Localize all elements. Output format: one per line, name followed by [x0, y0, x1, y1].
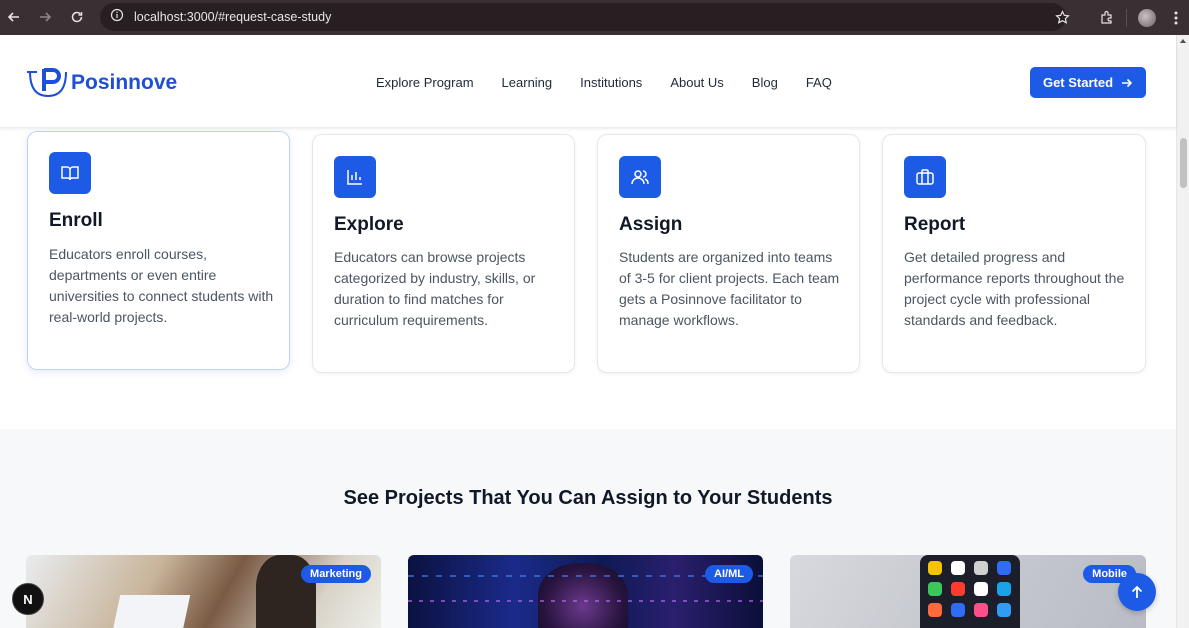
bookmark-star-icon[interactable]: [1046, 0, 1078, 35]
step-description: Get detailed progress and performance re…: [904, 249, 1125, 328]
more-menu-icon[interactable]: [1163, 0, 1189, 35]
bar-chart-icon: [334, 156, 376, 198]
main-nav: Explore Program Learning Institutions Ab…: [376, 75, 860, 90]
get-started-button[interactable]: Get Started: [1030, 67, 1146, 98]
step-card-report[interactable]: Report Get detailed progress and perform…: [882, 134, 1146, 373]
arrow-up-icon: [1131, 585, 1143, 598]
project-card-marketing[interactable]: Marketing: [26, 555, 381, 628]
project-card-ai-ml[interactable]: AI/ML: [408, 555, 763, 628]
scroll-up-arrow-icon[interactable]: [1180, 39, 1186, 43]
address-bar[interactable]: localhost:3000/#request-case-study: [100, 3, 1066, 31]
browser-toolbar: localhost:3000/#request-case-study: [0, 0, 1189, 35]
category-badge: AI/ML: [705, 565, 753, 583]
back-arrow-icon[interactable]: [3, 6, 25, 28]
brand-logo[interactable]: Posinnove: [27, 67, 177, 99]
logo-text: Posinnove: [71, 71, 178, 94]
step-title: Report: [904, 214, 966, 235]
step-description: Educators enroll courses, departments or…: [49, 246, 274, 325]
extensions-icon[interactable]: [1090, 0, 1122, 35]
nav-about-us[interactable]: About Us: [670, 75, 723, 90]
nav-blog[interactable]: Blog: [752, 75, 778, 90]
step-title: Assign: [619, 214, 683, 235]
projects-heading: See Projects That You Can Assign to Your…: [343, 487, 833, 509]
step-title: Enroll: [49, 210, 103, 231]
projects-section: See Projects That You Can Assign to Your…: [0, 429, 1176, 628]
site-header: Posinnove Explore Program Learning Insti…: [0, 35, 1176, 128]
scroll-to-top-button[interactable]: [1118, 573, 1156, 611]
step-title: Explore: [334, 214, 404, 235]
project-card-mobile[interactable]: Mobile: [790, 555, 1146, 628]
category-badge: Marketing: [301, 565, 371, 583]
step-description: Students are organized into teams of 3-5…: [619, 249, 840, 328]
nav-learning[interactable]: Learning: [502, 75, 553, 90]
site-info-icon[interactable]: [110, 8, 124, 27]
step-card-assign[interactable]: Assign Students are organized into teams…: [597, 134, 860, 373]
arrow-right-icon: [1122, 78, 1133, 87]
reload-icon[interactable]: [66, 6, 88, 28]
code-line: [408, 600, 763, 602]
scrollbar-thumb[interactable]: [1180, 138, 1187, 188]
toolbar-divider: [1126, 8, 1127, 27]
phone-screen: [920, 555, 1020, 628]
briefcase-icon: [904, 156, 946, 198]
face-silhouette: [538, 563, 628, 628]
book-open-icon: [49, 152, 91, 194]
url-text: localhost:3000/#request-case-study: [134, 10, 332, 24]
step-description: Educators can browse projects categorize…: [334, 249, 536, 328]
page-scrollbar[interactable]: [1176, 35, 1189, 628]
nav-institutions[interactable]: Institutions: [580, 75, 642, 90]
laptop-screen: [111, 595, 191, 628]
nav-faq[interactable]: FAQ: [806, 75, 832, 90]
step-card-enroll[interactable]: Enroll Educators enroll courses, departm…: [27, 131, 290, 370]
nextjs-dev-indicator[interactable]: N: [12, 583, 44, 615]
get-started-label: Get Started: [1042, 75, 1114, 90]
nav-explore-program[interactable]: Explore Program: [376, 75, 474, 90]
profile-avatar[interactable]: [1131, 0, 1163, 35]
nextjs-indicator-label: N: [23, 591, 33, 607]
forward-arrow-icon[interactable]: [34, 6, 56, 28]
posinnove-logo-icon: [27, 68, 67, 98]
users-icon: [619, 156, 661, 198]
step-card-explore[interactable]: Explore Educators can browse projects ca…: [312, 134, 575, 373]
